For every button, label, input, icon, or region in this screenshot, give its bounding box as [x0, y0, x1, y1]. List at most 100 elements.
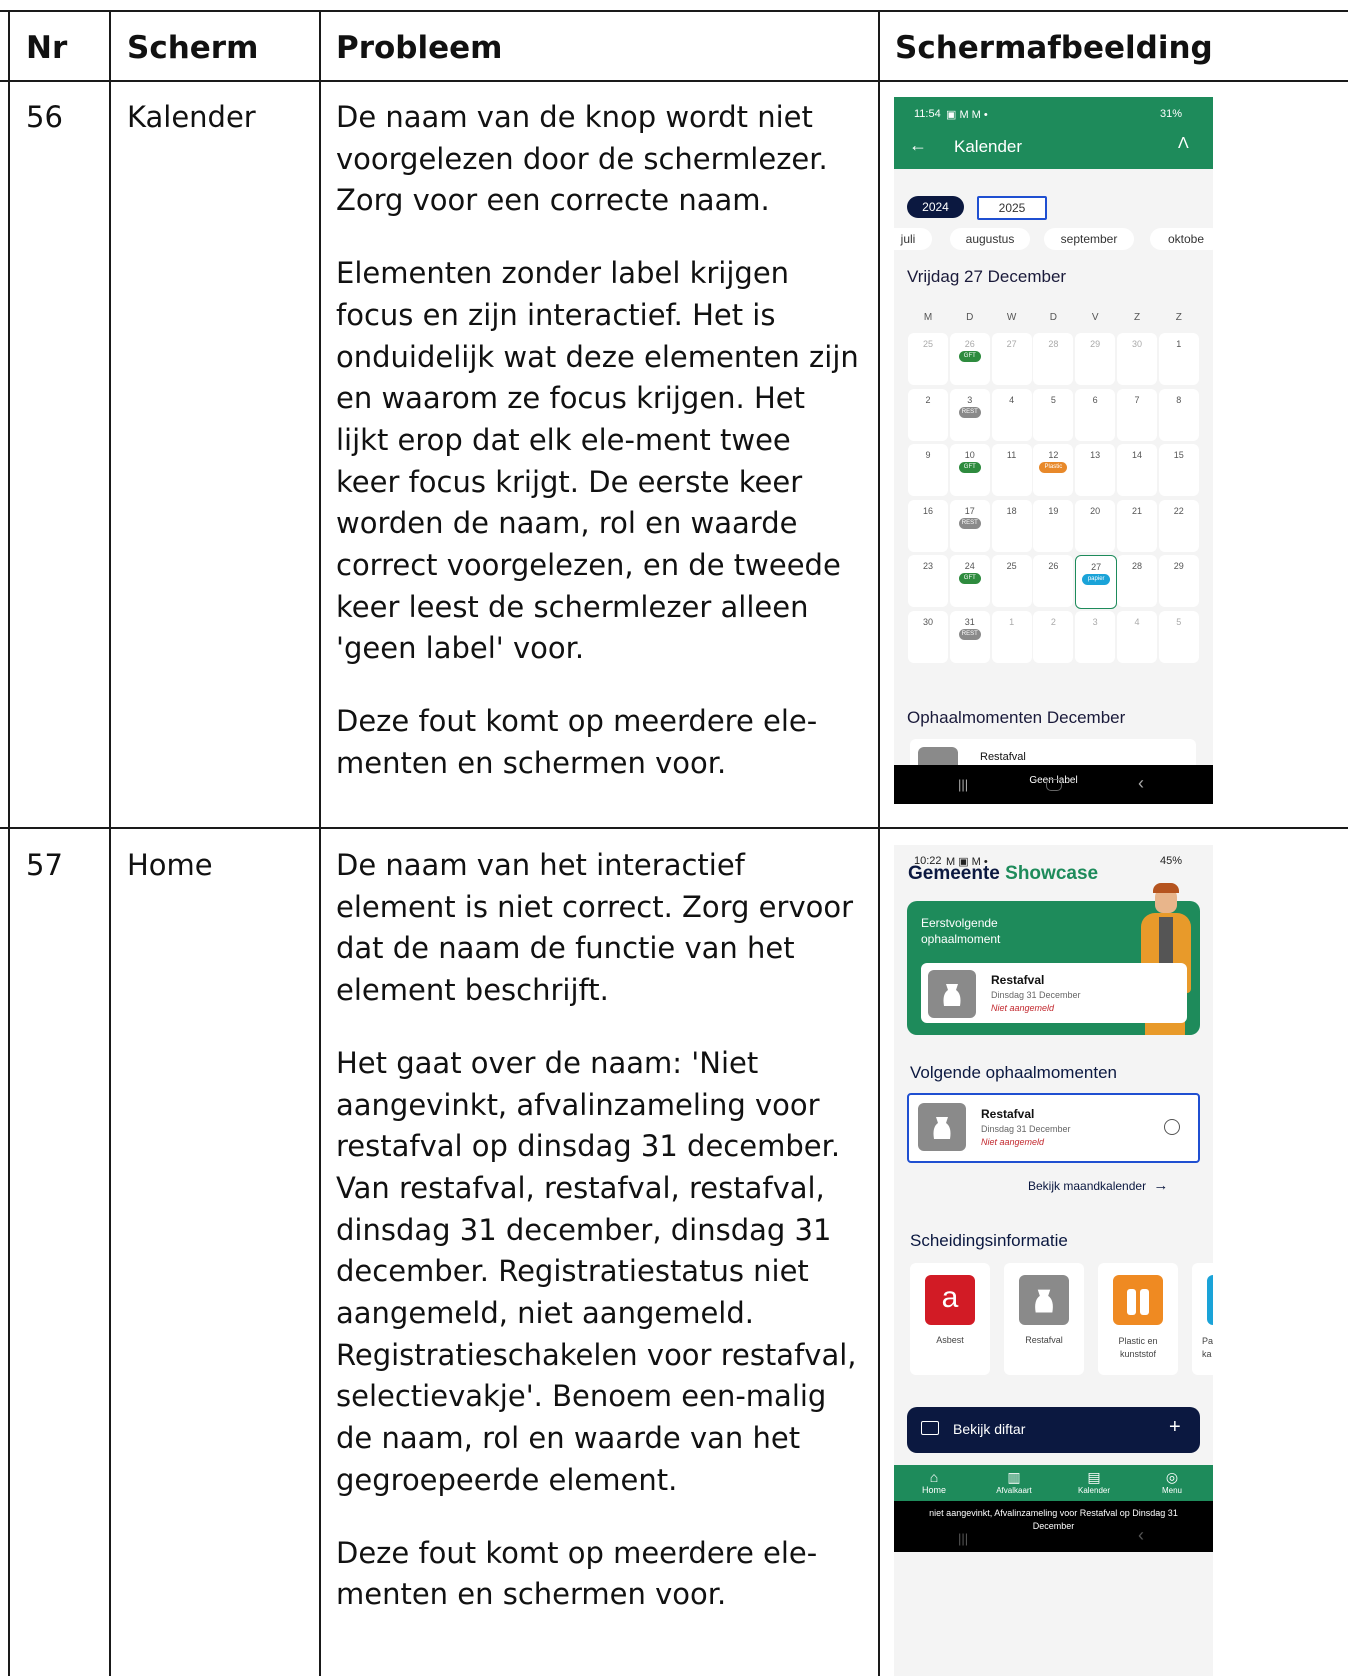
day-number: 6: [1092, 394, 1098, 405]
calendar-day[interactable]: 18: [991, 499, 1032, 552]
calendar-day[interactable]: 29: [1158, 555, 1199, 608]
waste-tag: REST: [958, 406, 981, 418]
calendar-day[interactable]: 6: [1075, 388, 1116, 441]
month-oktober[interactable]: oktobe: [1150, 228, 1213, 250]
waste-tag: Plastic: [1039, 462, 1068, 474]
month-calendar-link[interactable]: Bekijk maandkalender →: [1028, 1177, 1168, 1194]
trash-bag-icon: [918, 1103, 966, 1151]
calendar-day[interactable]: 26: [1033, 555, 1074, 608]
calendar-day[interactable]: 12 Plastic: [1033, 444, 1074, 497]
tab-menu[interactable]: ◎ Menu: [1150, 1469, 1194, 1495]
card-title: Restafval: [981, 1107, 1035, 1121]
calendar-day[interactable]: 25: [991, 555, 1032, 608]
calendar-day[interactable]: 25: [908, 333, 948, 385]
month-augustus[interactable]: augustus: [950, 228, 1030, 250]
calendar-day[interactable]: 23: [908, 555, 948, 608]
calendar-day[interactable]: 19: [1033, 499, 1074, 552]
day-number: 15: [1173, 450, 1184, 461]
calendar-day[interactable]: 2: [1033, 611, 1074, 663]
calendar-day[interactable]: 10 GFT: [949, 444, 990, 497]
calendar-day[interactable]: 2: [908, 388, 948, 441]
calendar-day[interactable]: 20: [1075, 499, 1116, 552]
tab-kalender[interactable]: ▤ Kalender: [1068, 1469, 1120, 1495]
recent-apps-icon[interactable]: |||: [958, 777, 968, 792]
sep-item-plastic[interactable]: Plastic en kunststof: [1098, 1263, 1178, 1375]
calendar-day[interactable]: 28: [1117, 555, 1157, 608]
day-number: 28: [1048, 339, 1059, 349]
day-number: 13: [1090, 450, 1101, 461]
next-collection-card[interactable]: Restafval Dinsdag 31 December Niet aange…: [907, 1093, 1200, 1163]
calendar-day[interactable]: 7: [1117, 388, 1157, 441]
col-divider-3: [878, 10, 880, 1676]
calendar-day[interactable]: 27 papier: [1075, 555, 1118, 610]
year-2025-button[interactable]: 2025: [977, 196, 1047, 220]
calendar-day[interactable]: 14: [1117, 444, 1157, 497]
card-title: Restafval: [980, 751, 1026, 763]
calendar-day[interactable]: 4: [991, 388, 1032, 441]
row-57-probleem: De naam van het interactief element is n…: [336, 845, 861, 1647]
month-juli[interactable]: juli: [894, 228, 932, 250]
calendar-day[interactable]: 17 REST: [949, 499, 990, 552]
weekday-label: W: [1006, 312, 1017, 323]
day-number: 25: [922, 339, 933, 349]
calendar-day[interactable]: 30: [908, 611, 948, 663]
calendar-day[interactable]: 11: [991, 444, 1032, 497]
waste-tag: papier: [1082, 574, 1111, 586]
calendar-day[interactable]: 4: [1117, 611, 1157, 663]
calendar-day[interactable]: 16: [908, 499, 948, 552]
recent-apps-icon[interactable]: |||: [958, 1531, 968, 1546]
day-number: 28: [1131, 561, 1142, 572]
next-heading: Volgende ophaalmomenten: [910, 1063, 1117, 1082]
sep-item-label: Pa ka: [1202, 1336, 1213, 1359]
calendar-day[interactable]: 13: [1075, 444, 1116, 497]
calendar-day[interactable]: 26 GFT: [949, 333, 990, 385]
home-button-icon[interactable]: [1046, 779, 1062, 791]
back-arrow-icon[interactable]: ←: [909, 135, 927, 156]
section-heading: Ophaalmomenten December: [907, 708, 1126, 727]
diftar-button[interactable]: Bekijk diftar +: [907, 1407, 1200, 1453]
calendar-day[interactable]: 5: [1158, 611, 1199, 663]
register-checkbox[interactable]: [1164, 1119, 1180, 1135]
calendar-day[interactable]: 1: [1158, 333, 1199, 385]
tab-home[interactable]: ⌂ Home: [912, 1469, 956, 1495]
day-number: 10: [964, 450, 975, 461]
sep-item-papier[interactable]: Pa ka: [1192, 1263, 1213, 1375]
sep-item-asbest[interactable]: a Asbest: [910, 1263, 990, 1375]
day-number: 29: [1090, 339, 1101, 349]
problem-paragraph: De naam van het interactief element is n…: [336, 848, 854, 1008]
calendar-day[interactable]: 31 REST: [949, 611, 990, 663]
calendar-day[interactable]: 29: [1075, 333, 1116, 385]
day-number: 11: [1006, 450, 1017, 461]
calendar-day[interactable]: 3 REST: [949, 388, 990, 441]
calendar-day[interactable]: 21: [1117, 499, 1157, 552]
day-number: 5: [1050, 394, 1056, 405]
home-icon: ⌂: [929, 1469, 939, 1485]
row-57-scherm: Home: [127, 848, 213, 882]
calendar-day[interactable]: 27: [991, 333, 1032, 385]
calendar-day[interactable]: 8: [1158, 388, 1199, 441]
year-2024-button[interactable]: 2024: [907, 196, 964, 218]
calendar-day[interactable]: 1: [991, 611, 1032, 663]
logo-icon[interactable]: Λ: [1178, 135, 1189, 153]
card-title: Restafval: [991, 973, 1045, 987]
back-nav-icon[interactable]: ‹: [1138, 773, 1144, 794]
back-nav-icon[interactable]: ‹: [1138, 1525, 1144, 1546]
calendar-day[interactable]: 5: [1033, 388, 1074, 441]
tab-label: Home: [921, 1485, 946, 1495]
sep-item-restafval[interactable]: Restafval: [1004, 1263, 1084, 1375]
hero-card[interactable]: Eerstvolgende ophaalmoment Restafval Din…: [907, 883, 1200, 1035]
calendar-day[interactable]: 30: [1117, 333, 1157, 385]
calendar-day[interactable]: 15: [1158, 444, 1199, 497]
calendar-day[interactable]: 22: [1158, 499, 1199, 552]
day-number: 26: [1048, 561, 1059, 572]
problem-paragraph: Deze fout komt op meerdere ele-menten en…: [336, 704, 818, 780]
tab-afvalkaart[interactable]: ▥ Afvalkaart: [988, 1469, 1040, 1495]
day-number: 1: [1009, 617, 1015, 627]
calendar-day[interactable]: 3: [1075, 611, 1116, 663]
calendar-day[interactable]: 9: [908, 444, 948, 497]
calendar-day[interactable]: 24 GFT: [949, 555, 990, 608]
hero-collection-card[interactable]: Restafval Dinsdag 31 December Niet aange…: [921, 963, 1187, 1023]
month-september[interactable]: september: [1044, 228, 1134, 250]
day-number: 1: [1176, 339, 1182, 349]
calendar-day[interactable]: 28: [1033, 333, 1074, 385]
